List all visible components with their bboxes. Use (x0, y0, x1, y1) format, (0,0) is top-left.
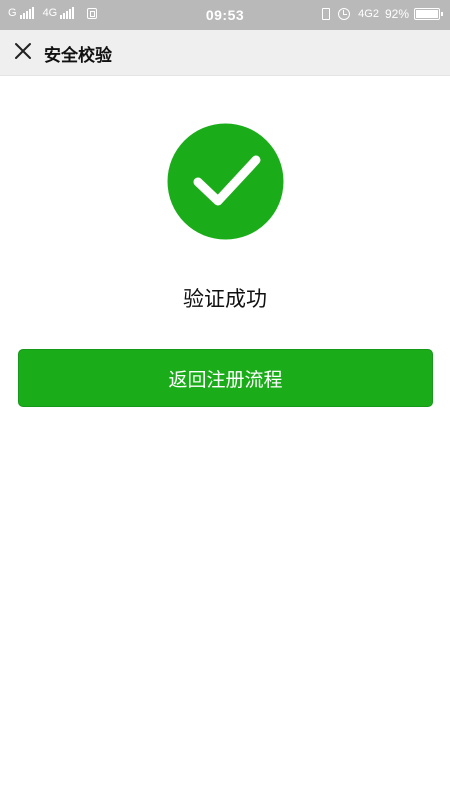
battery-icon (414, 8, 443, 20)
result-text: 验证成功 (183, 287, 267, 311)
status-right: 4G2 92% (322, 7, 443, 21)
network-label: 4G2 (358, 8, 379, 20)
vibrate-icon (322, 8, 331, 20)
screen: G 4G 09:53 4G2 92% 安全校验 验证成功 返回注册流程 (0, 0, 450, 800)
page-title: 安全校验 (44, 46, 112, 66)
close-button[interactable] (8, 36, 40, 68)
status-bar: G 4G 09:53 4G2 92% (0, 0, 450, 30)
return-to-registration-button[interactable]: 返回注册流程 (18, 349, 433, 407)
check-circle-icon (167, 123, 284, 240)
alarm-icon (338, 8, 351, 20)
close-icon[interactable] (14, 42, 32, 60)
battery-percent: 92% (384, 7, 409, 21)
title-bar: 安全校验 (0, 30, 450, 76)
